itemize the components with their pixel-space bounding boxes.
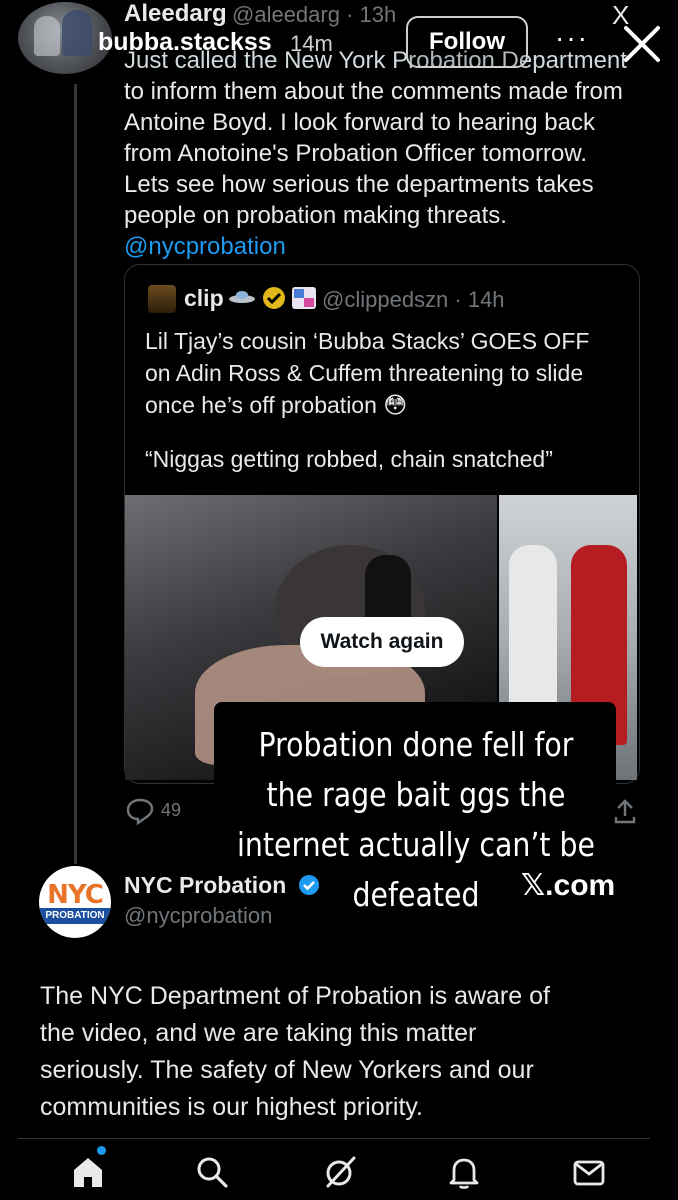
- home-icon[interactable]: [66, 1150, 110, 1194]
- ufo-icon: [229, 291, 255, 303]
- reply-count: 49: [161, 800, 182, 820]
- x-watermark: 𝕏.com: [521, 869, 616, 902]
- story-username[interactable]: bubba.stackss: [98, 28, 272, 57]
- tweet-line: from Anotoine's Probation Officer tomorr…: [124, 140, 588, 167]
- tweet-line: seriously. The safety of New Yorkers and…: [40, 1056, 534, 1084]
- tweet-author-handle: @aleedarg · 13h: [232, 2, 397, 27]
- avatar-figure: [62, 10, 92, 56]
- tweet-line: The NYC Department of Probation is aware…: [40, 982, 550, 1010]
- notification-dot: [97, 1146, 106, 1155]
- affiliate-badge-icon: [292, 287, 316, 309]
- notifications-icon[interactable]: [442, 1150, 486, 1194]
- follow-button[interactable]: Follow: [406, 16, 528, 68]
- quoted-line: once he’s off probation 😳: [145, 392, 408, 418]
- tweet-body: The NYC Department of Probation is aware…: [40, 978, 650, 1126]
- story-timestamp: 14m: [290, 31, 333, 56]
- quoted-line: on Adin Ross & Cuffem threatening to sli…: [145, 360, 584, 386]
- quoted-author-badges: [228, 283, 320, 318]
- watch-again-button[interactable]: Watch again: [300, 617, 464, 667]
- nyc-probation-avatar[interactable]: NYC PROBATION: [39, 866, 111, 938]
- tweet-line: Antoine Boyd. I look forward to hearing …: [124, 109, 595, 136]
- messages-icon[interactable]: [567, 1150, 611, 1194]
- caption-line: Probation done fell for: [258, 725, 574, 764]
- verified-gold-icon: [263, 287, 285, 309]
- tweet-line: the video, and we are taking this matter: [40, 1019, 477, 1047]
- share-icon[interactable]: [613, 797, 637, 830]
- grok-icon[interactable]: [318, 1150, 362, 1194]
- avatar-logo-subtext: PROBATION: [39, 908, 111, 924]
- tweet-author-name[interactable]: Aleedarg: [124, 0, 227, 28]
- more-options-icon[interactable]: ···: [555, 22, 589, 54]
- quoted-tweet-body: Lil Tjay’s cousin ‘Bubba Stacks’ GOES OF…: [145, 325, 625, 475]
- reply-icon[interactable]: [125, 797, 155, 830]
- tweet-line: communities is our highest priority.: [40, 1093, 424, 1121]
- quoted-author-avatar[interactable]: [148, 285, 176, 313]
- caption-line: the rage bait ggs the: [266, 775, 566, 814]
- tweet-body: Just called the New York Probation Depar…: [124, 45, 644, 262]
- verified-blue-icon: [298, 874, 320, 901]
- quoted-line: “Niggas getting robbed, chain snatched”: [145, 446, 553, 472]
- mention-link[interactable]: @nycprobation: [124, 231, 644, 262]
- quoted-author-name[interactable]: clip: [184, 285, 224, 312]
- avatar-logo-text: NYC: [47, 880, 104, 910]
- tweet-author-handle: @nycprobation: [124, 903, 273, 928]
- avatar-figure: [34, 16, 60, 56]
- quoted-line: Lil Tjay’s cousin ‘Bubba Stacks’ GOES OF…: [145, 328, 590, 354]
- divider: [18, 1138, 650, 1139]
- tweet-line: to inform them about the comments made f…: [124, 78, 623, 105]
- thread-line: [74, 84, 77, 864]
- quoted-author-handle: @clippedszn · 14h: [322, 287, 505, 312]
- tweet-author-name[interactable]: NYC Probation: [124, 872, 286, 899]
- close-icon[interactable]: [618, 20, 666, 68]
- search-icon[interactable]: [190, 1150, 234, 1194]
- image-figure: [509, 545, 557, 725]
- caption-line: internet actually can’t be: [237, 825, 595, 864]
- tweet-line: Lets see how serious the departments tak…: [124, 171, 594, 198]
- tweet-line: people on probation making threats.: [124, 202, 507, 229]
